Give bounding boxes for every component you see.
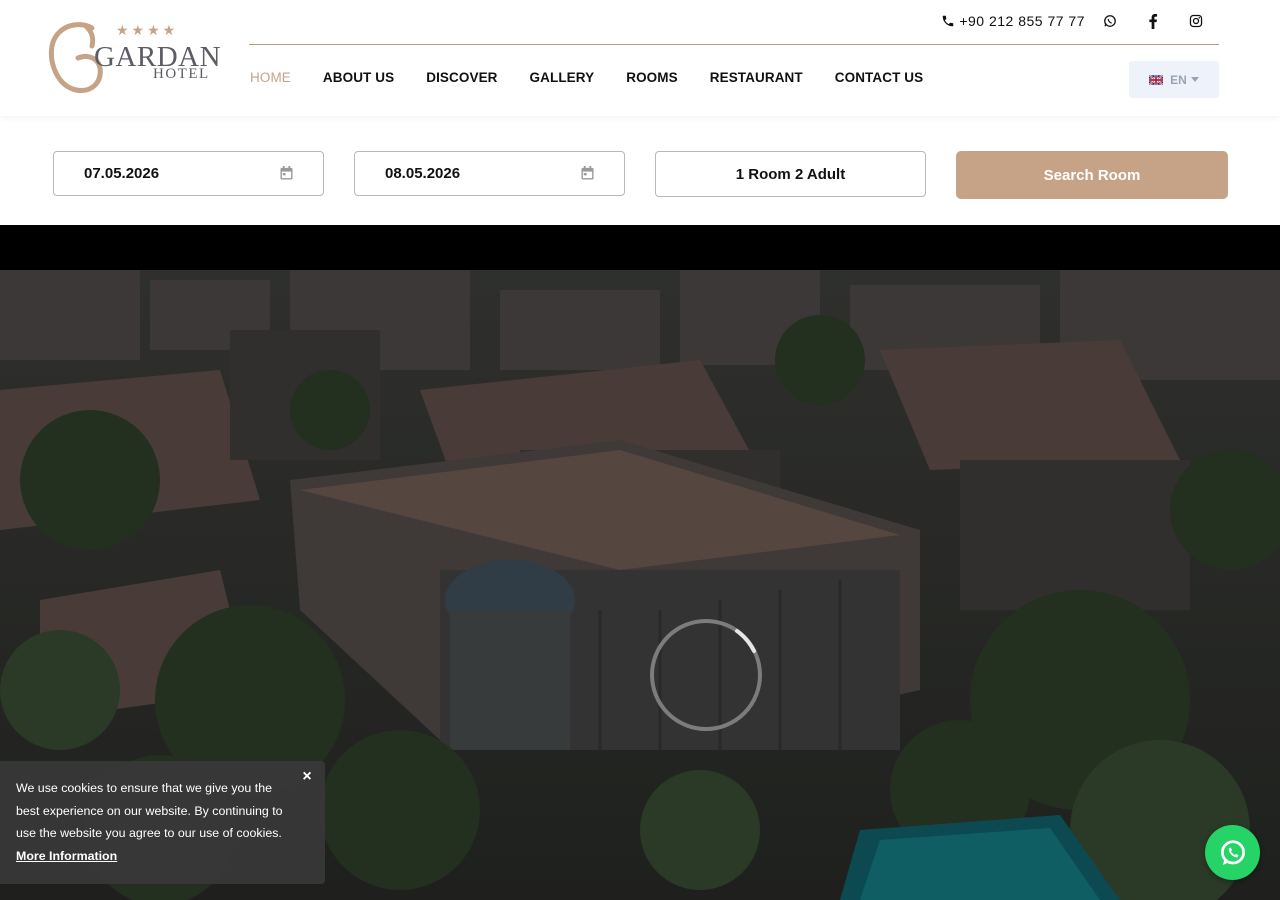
facebook-icon — [1149, 13, 1158, 29]
nav-discover[interactable]: DISCOVER — [426, 70, 497, 85]
instagram-link[interactable] — [1187, 12, 1205, 30]
uk-flag-icon — [1149, 74, 1164, 85]
loading-spinner-icon — [650, 619, 762, 731]
hotel-logo[interactable]: ★★★★ GARDAN HOTEL — [48, 20, 221, 96]
phone-link[interactable]: +90 212 855 77 77 — [941, 13, 1085, 29]
checkin-date-field[interactable]: 07.05.2026 — [53, 151, 324, 196]
search-room-button[interactable]: Search Room — [956, 151, 1228, 199]
hero-top-band — [0, 225, 1280, 270]
whatsapp-icon — [1104, 15, 1116, 27]
main-nav: HOME ABOUT US DISCOVER GALLERY ROOMS RES… — [250, 70, 955, 85]
nav-contact-us[interactable]: CONTACT US — [835, 70, 924, 85]
facebook-link[interactable] — [1144, 12, 1162, 30]
logo-brand-subtitle: HOTEL — [153, 66, 210, 82]
phone-icon — [943, 15, 954, 27]
checkout-date-field[interactable]: 08.05.2026 — [354, 151, 625, 196]
instagram-icon — [1189, 14, 1203, 28]
nav-about-us[interactable]: ABOUT US — [323, 70, 394, 85]
cookie-close-button[interactable]: × — [300, 768, 314, 785]
cookie-consent-box: We use cookies to ensure that we give yo… — [0, 761, 325, 884]
header-topbar: +90 212 855 77 77 — [249, 0, 1219, 45]
nav-gallery[interactable]: GALLERY — [530, 70, 595, 85]
nav-rooms[interactable]: ROOMS — [626, 70, 678, 85]
site-header: ★★★★ GARDAN HOTEL +90 212 855 77 77 HOME… — [0, 0, 1280, 116]
calendar-icon — [581, 166, 594, 180]
whatsapp-icon — [1220, 839, 1245, 865]
cookie-more-information-link[interactable]: More Information — [16, 849, 117, 863]
language-code: EN — [1170, 72, 1187, 87]
room-guests-field[interactable]: 1 Room 2 Adult — [655, 151, 926, 197]
nav-home[interactable]: HOME — [250, 70, 291, 85]
whatsapp-link[interactable] — [1101, 12, 1119, 30]
cookie-consent-text: We use cookies to ensure that we give yo… — [16, 781, 283, 841]
chevron-down-icon — [1190, 77, 1199, 82]
room-guests-value: 1 Room 2 Adult — [735, 165, 846, 183]
booking-bar: 07.05.2026 08.05.2026 1 Room 2 Adult Sea… — [0, 116, 1280, 225]
whatsapp-float-button[interactable] — [1205, 825, 1260, 880]
logo-stars: ★★★★ — [116, 22, 179, 38]
calendar-icon — [280, 166, 293, 180]
phone-number: +90 212 855 77 77 — [959, 13, 1085, 29]
nav-restaurant[interactable]: RESTAURANT — [710, 70, 803, 85]
checkin-date-value: 07.05.2026 — [84, 165, 160, 182]
checkout-date-value: 08.05.2026 — [385, 165, 461, 182]
language-selector[interactable]: EN — [1129, 61, 1219, 98]
